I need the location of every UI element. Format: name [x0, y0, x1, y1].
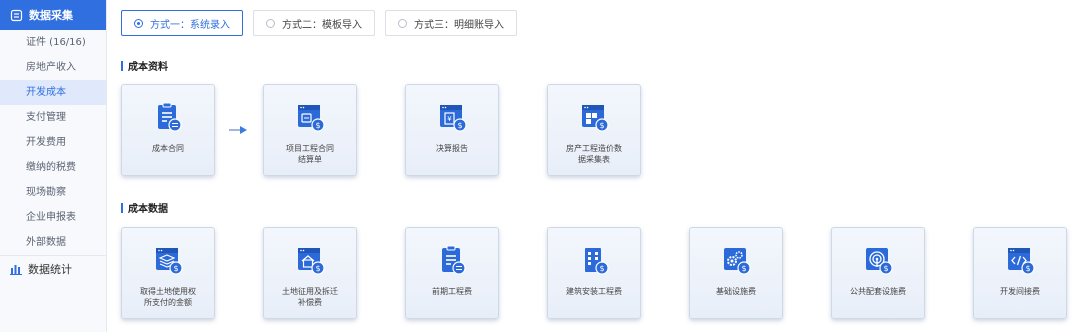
svg-text:$: $ — [315, 121, 320, 130]
mode-tab-label: 方式一：系统录入 — [150, 19, 230, 31]
card-public-facilities-cost[interactable]: $ 公共配套设施费 — [831, 227, 925, 319]
sidebar-item-external-data[interactable]: 外部数据 — [0, 230, 106, 255]
card-project-contract-settlement[interactable]: $ 项目工程合同 结算单 — [263, 84, 357, 176]
sidebar-header-data-collection[interactable]: 数据采集 — [0, 0, 106, 30]
gears-icon: $ — [724, 248, 751, 275]
svg-text:$: $ — [599, 264, 604, 273]
svg-text:$: $ — [741, 264, 746, 273]
collection-icon — [10, 9, 23, 21]
card-development-indirect-cost[interactable]: $ 开发间接费 — [973, 227, 1067, 319]
card-land-requisition-compensation[interactable]: $ 土地征用及拆迁 补偿费 — [263, 227, 357, 319]
card-preliminary-engineering-cost[interactable]: 前期工程费 — [405, 227, 499, 319]
sidebar-header-label: 数据采集 — [29, 9, 73, 22]
broadcast-icon: $ — [866, 248, 893, 275]
settlement-icon: $ — [298, 105, 325, 132]
card-label: 建筑安装工程费 — [554, 286, 634, 297]
svg-text:$: $ — [173, 264, 178, 273]
card-label-line1: 决算报告 — [436, 144, 468, 153]
radio-icon — [398, 18, 407, 28]
sidebar: 数据采集 证件 (16/16) 房地产收入 开发成本 支付管理 开发费用 缴纳的… — [0, 0, 107, 332]
card-final-accounts-report[interactable]: ¥ $ 决算报告 — [405, 84, 499, 176]
card-label-line1: 房产工程造价数 — [566, 144, 622, 153]
card-construction-installation-cost[interactable]: $ 建筑安装工程费 — [547, 227, 641, 319]
sidebar-item-development-expenses[interactable]: 开发费用 — [0, 130, 106, 155]
sidebar-item-site-survey[interactable]: 现场勘察 — [0, 180, 106, 205]
section-marker — [121, 202, 123, 213]
clipboard-icon — [442, 245, 466, 275]
sidebar-section-statistics[interactable]: 数据统计 — [0, 255, 106, 281]
card-label-line1: 建筑安装工程费 — [566, 287, 622, 296]
card-label-line1: 公共配套设施费 — [850, 287, 906, 296]
card-label-line1: 土地征用及拆迁 — [282, 287, 338, 296]
card-label-line1: 基础设施费 — [716, 287, 756, 296]
card-label-line2: 补偿费 — [298, 298, 322, 307]
card-land-use-rights-payment[interactable]: $ 取得土地使用权 所支付的金额 — [121, 227, 215, 319]
code-icon: $ — [1008, 248, 1035, 275]
sidebar-section-label: 数据统计 — [28, 262, 72, 276]
svg-text:$: $ — [883, 264, 888, 273]
radio-selected-icon — [134, 18, 143, 28]
radio-icon — [266, 18, 275, 28]
section-title-text: 成本数据 — [128, 204, 168, 215]
card-label-line1: 成本合同 — [152, 144, 184, 153]
land-layers-icon: $ — [156, 248, 183, 275]
card-label: 基础设施费 — [696, 286, 776, 297]
card-label: 房产工程造价数 据采集表 — [554, 143, 634, 165]
section-marker — [121, 60, 123, 71]
bar-chart-icon — [10, 264, 22, 275]
svg-text:$: $ — [315, 264, 320, 273]
card-label: 开发间接费 — [980, 286, 1060, 297]
section-title-text: 成本资料 — [128, 62, 168, 73]
card-label: 项目工程合同 结算单 — [270, 143, 350, 165]
section-title-cost-materials: 成本资料 — [121, 58, 168, 73]
main-content: 方式一：系统录入 方式二：模板导入 方式三：明细账导入 成本资料 成本合同 $ … — [107, 0, 1080, 332]
card-label: 成本合同 — [128, 143, 208, 154]
card-label-line1: 项目工程合同 — [286, 144, 334, 153]
clipboard-icon — [158, 102, 182, 132]
card-label-line1: 前期工程费 — [432, 287, 472, 296]
mode-tab-system-entry[interactable]: 方式一：系统录入 — [121, 10, 243, 36]
mode-tab-label: 方式三：明细账导入 — [414, 19, 504, 31]
mode-tab-ledger-import[interactable]: 方式三：明细账导入 — [385, 10, 517, 36]
card-label: 决算报告 — [412, 143, 492, 154]
card-label-line2: 据采集表 — [578, 155, 610, 164]
card-label: 公共配套设施费 — [838, 286, 918, 297]
entry-mode-tabs: 方式一：系统录入 方式二：模板导入 方式三：明细账导入 — [121, 10, 517, 36]
building-icon: $ — [585, 248, 609, 275]
svg-text:$: $ — [1025, 264, 1030, 273]
sidebar-item-enterprise-declaration[interactable]: 企业申报表 — [0, 205, 106, 230]
sidebar-item-development-cost[interactable]: 开发成本 — [0, 80, 106, 105]
card-infrastructure-cost[interactable]: $ 基础设施费 — [689, 227, 783, 319]
sidebar-item-real-estate-income[interactable]: 房地产收入 — [0, 55, 106, 80]
card-label-line1: 取得土地使用权 — [140, 287, 196, 296]
sidebar-item-taxes-paid[interactable]: 缴纳的税费 — [0, 155, 106, 180]
card-cost-data-collection-sheet[interactable]: $ 房产工程造价数 据采集表 — [547, 84, 641, 176]
section-title-cost-data: 成本数据 — [121, 200, 168, 215]
card-label-line1: 开发间接费 — [1000, 287, 1040, 296]
mode-tab-template-import[interactable]: 方式二：模板导入 — [253, 10, 375, 36]
card-label-line2: 结算单 — [298, 155, 322, 164]
card-cost-contract[interactable]: 成本合同 — [121, 84, 215, 176]
svg-text:$: $ — [599, 121, 604, 130]
card-label-line2: 所支付的金额 — [144, 298, 192, 307]
card-label: 前期工程费 — [412, 286, 492, 297]
svg-text:$: $ — [457, 121, 462, 130]
house-icon: $ — [298, 248, 325, 275]
card-label: 土地征用及拆迁 补偿费 — [270, 286, 350, 308]
card-label: 取得土地使用权 所支付的金额 — [128, 286, 208, 308]
mode-tab-label: 方式二：模板导入 — [282, 19, 362, 31]
sidebar-item-payment-management[interactable]: 支付管理 — [0, 105, 106, 130]
svg-text:¥: ¥ — [447, 115, 452, 123]
flow-arrow-icon — [229, 126, 247, 134]
report-icon: ¥ $ — [440, 105, 467, 132]
cost-sheet-icon: $ — [582, 105, 609, 132]
sidebar-item-certificates[interactable]: 证件 (16/16) — [0, 30, 106, 55]
